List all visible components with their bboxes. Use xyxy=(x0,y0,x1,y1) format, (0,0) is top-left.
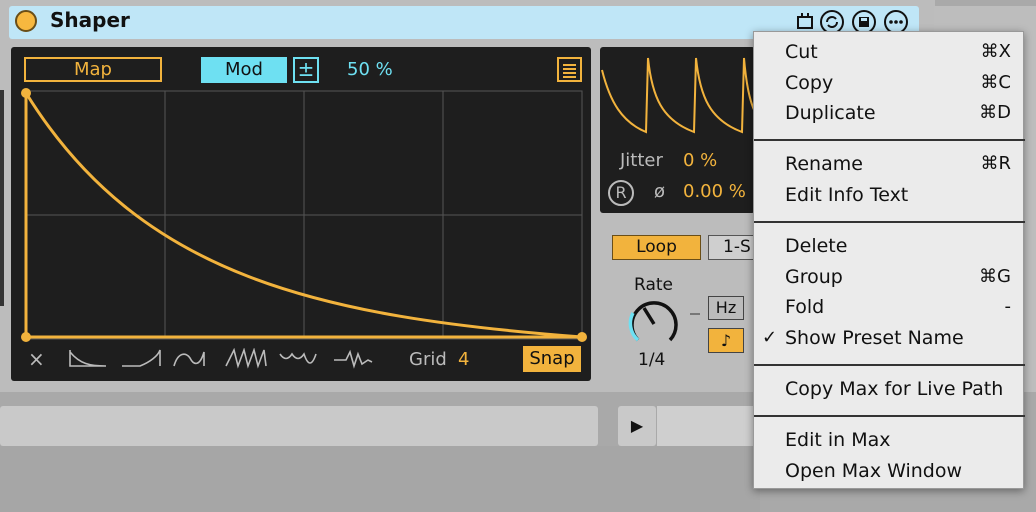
empty-drop-area xyxy=(0,446,760,512)
context-menu: Cut ⌘X Copy ⌘C Duplicate ⌘D Rename ⌘R Ed… xyxy=(753,31,1025,489)
menu-item-copy-max-path[interactable]: Copy Max for Live Path xyxy=(754,375,1025,405)
shape-ramp-icon xyxy=(122,349,161,367)
menu-item-shortcut: ⌘R xyxy=(980,153,1011,174)
device-power-button[interactable] xyxy=(15,10,37,32)
rate-mode-divider xyxy=(690,313,700,315)
lfo-waveform xyxy=(601,57,755,134)
menu-item-edit-in-max[interactable]: Edit in Max xyxy=(754,426,1025,456)
menu-item-label: Group xyxy=(785,266,843,288)
device-title: Shaper xyxy=(50,8,130,32)
clip-track-lane[interactable] xyxy=(0,406,598,446)
one-shot-button[interactable]: 1-S xyxy=(708,235,758,260)
jitter-value[interactable]: 0 % xyxy=(683,150,717,171)
phase-icon: ø xyxy=(654,181,666,202)
bipolar-toggle-button[interactable]: ± xyxy=(293,57,319,83)
shape-wave-icon xyxy=(279,352,317,364)
hz-mode-button[interactable]: Hz xyxy=(708,296,744,320)
menu-item-delete[interactable]: Delete xyxy=(754,232,1025,262)
rate-value: 1/4 xyxy=(638,350,666,370)
menu-separator xyxy=(754,364,1025,366)
menu-item-label: Duplicate xyxy=(785,102,876,124)
shape-decay-icon xyxy=(69,350,107,367)
menu-item-rename[interactable]: Rename ⌘R xyxy=(754,150,1025,180)
shape-noise-icon xyxy=(334,349,373,369)
menu-item-label: Edit in Max xyxy=(785,429,891,451)
menu-separator xyxy=(754,139,1025,141)
envelope-editor[interactable] xyxy=(20,87,588,345)
loop-button[interactable]: Loop xyxy=(612,235,701,260)
menu-item-label: Open Max Window xyxy=(785,460,963,482)
rate-knob[interactable] xyxy=(624,296,684,352)
shape-saw-icon xyxy=(225,348,267,369)
menu-item-duplicate[interactable]: Duplicate ⌘D xyxy=(754,99,1025,129)
grid-value[interactable]: 4 xyxy=(458,349,469,370)
jitter-label: Jitter xyxy=(620,150,663,171)
menu-item-label: Cut xyxy=(785,41,818,63)
play-button[interactable]: ▶ xyxy=(618,406,656,446)
grid-label: Grid xyxy=(409,349,447,370)
reset-retrigger-button[interactable]: R xyxy=(608,180,634,206)
mod-button[interactable]: Mod xyxy=(201,57,287,83)
map-button[interactable]: Map xyxy=(24,57,162,82)
shape-pulse-icon xyxy=(173,351,205,367)
sync-mode-button[interactable]: ♪ xyxy=(708,328,744,353)
menu-item-shortcut: - xyxy=(1004,296,1012,317)
menu-item-shortcut: ⌘D xyxy=(979,102,1011,123)
mod-amount-value[interactable]: 50 % xyxy=(347,59,393,80)
menu-item-label: Copy xyxy=(785,72,834,94)
clip-track-lane-right[interactable] xyxy=(657,406,757,446)
menu-item-shortcut: ⌘X xyxy=(980,41,1011,62)
check-icon: ✓ xyxy=(762,327,778,348)
menu-item-shortcut: ⌘C xyxy=(980,72,1011,93)
menu-item-show-preset-name[interactable]: ✓ Show Preset Name xyxy=(754,324,1025,354)
menu-item-copy[interactable]: Copy ⌘C xyxy=(754,69,1025,99)
list-icon[interactable] xyxy=(557,57,582,82)
menu-item-edit-info-text[interactable]: Edit Info Text xyxy=(754,181,1025,211)
rate-label: Rate xyxy=(634,275,673,295)
menu-item-label: Edit Info Text xyxy=(785,184,909,206)
menu-separator xyxy=(754,221,1025,223)
menu-item-label: Copy Max for Live Path xyxy=(785,378,1004,400)
menu-item-label: Fold xyxy=(785,296,825,318)
shape-presets xyxy=(69,348,373,369)
menu-item-label: Rename xyxy=(785,153,863,175)
menu-item-group[interactable]: Group ⌘G xyxy=(754,263,1025,293)
menu-item-label: Delete xyxy=(785,235,848,257)
menu-item-label: Show Preset Name xyxy=(785,327,964,349)
menu-item-fold[interactable]: Fold - xyxy=(754,293,1025,323)
snap-button[interactable]: Snap xyxy=(523,346,581,372)
left-scroll-indicator[interactable] xyxy=(0,90,4,306)
phase-value[interactable]: 0.00 % xyxy=(683,181,746,202)
menu-separator xyxy=(754,415,1025,417)
menu-item-shortcut: ⌘G xyxy=(979,266,1011,287)
clear-icon[interactable]: × xyxy=(28,347,45,371)
menu-item-cut[interactable]: Cut ⌘X xyxy=(754,38,1025,68)
menu-item-open-max-window[interactable]: Open Max Window xyxy=(754,457,1025,487)
